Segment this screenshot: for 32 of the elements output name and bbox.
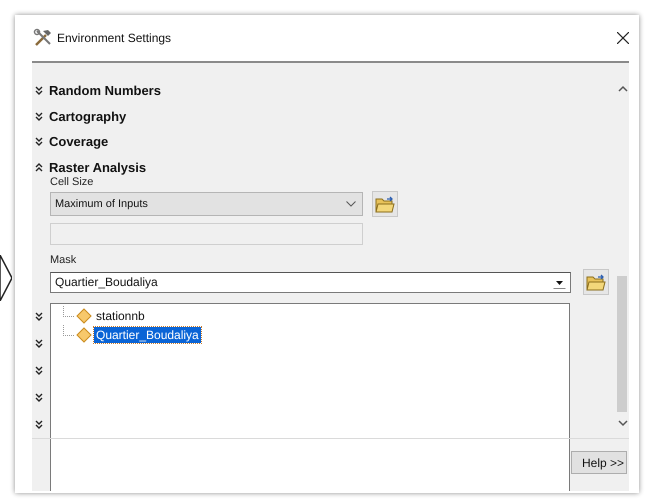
layer-icon [76, 326, 92, 342]
tools-icon [33, 28, 53, 48]
section-header[interactable]: Coverage [49, 134, 108, 150]
folder-button[interactable] [372, 191, 398, 218]
expand-icon[interactable] [35, 420, 43, 430]
expand-icon[interactable] [35, 86, 43, 96]
expand-icon[interactable] [35, 393, 43, 402]
section-header[interactable]: Cartography [49, 108, 126, 124]
list-item[interactable]: stationnb [94, 308, 147, 324]
folder-button[interactable] [583, 269, 609, 296]
expand-icon[interactable] [35, 137, 43, 146]
field-label: Mask [50, 254, 78, 268]
layer-icon [76, 308, 92, 324]
collapse-icon[interactable] [35, 162, 43, 172]
scroll-up-icon[interactable] [618, 85, 628, 92]
arrow-icon [0, 255, 12, 301]
list-item[interactable]: Quartier_Boudaliya [94, 326, 201, 342]
section-header[interactable]: Raster Analysis [49, 160, 146, 175]
expand-icon[interactable] [35, 366, 43, 376]
close-icon[interactable] [617, 32, 629, 44]
scroll-down-icon[interactable] [618, 420, 628, 427]
input-field[interactable] [50, 223, 363, 246]
section-header[interactable]: Random Numbers [49, 83, 161, 98]
field-label: Cell Size [50, 176, 94, 190]
expand-icon[interactable] [35, 339, 43, 348]
mask-combo-box[interactable]: Quartier_Boudaliya [50, 272, 571, 293]
expand-icon[interactable] [35, 112, 43, 121]
cell-size-dropdown[interactable]: Maximum of Inputs [50, 192, 363, 216]
chevron-down-icon [346, 201, 356, 208]
expand-icon[interactable] [35, 312, 43, 322]
window-title: Environment Settings [57, 31, 172, 45]
help-button[interactable]: Help >> [571, 451, 627, 474]
